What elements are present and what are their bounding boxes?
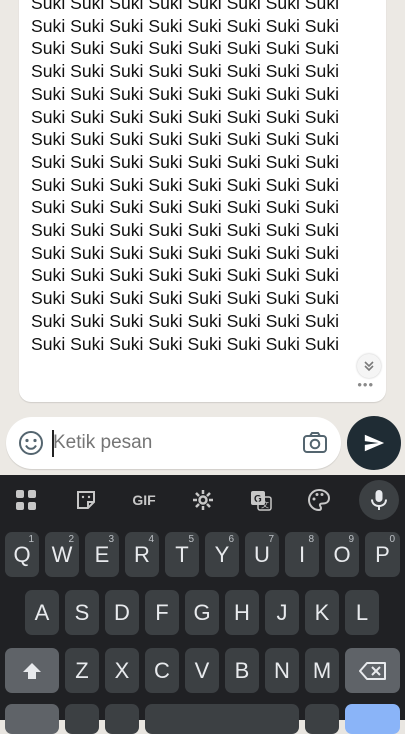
key-c[interactable]: C <box>145 648 179 693</box>
key-i[interactable]: I8 <box>285 532 319 577</box>
key-label: P <box>375 541 390 567</box>
chevron-double-down-icon[interactable] <box>357 354 381 378</box>
key-label: U <box>254 541 270 567</box>
key-hint: 2 <box>68 534 74 545</box>
key-w[interactable]: W2 <box>45 532 79 577</box>
key-r[interactable]: R4 <box>125 532 159 577</box>
message-bubble[interactable]: Suki Suki Suki Suki Suki Suki Suki Suki … <box>19 0 386 402</box>
key-s[interactable]: S <box>65 590 99 635</box>
key-h[interactable]: H <box>225 590 259 635</box>
message-text: Suki Suki Suki Suki Suki Suki Suki Suki … <box>31 0 340 354</box>
key-hint: 9 <box>348 534 354 545</box>
key-label: W <box>51 541 73 567</box>
key-l[interactable]: L <box>345 590 379 635</box>
shift-icon <box>23 662 41 679</box>
gif-button[interactable]: GIF <box>124 484 164 516</box>
message-composer <box>6 417 341 469</box>
send-icon <box>364 434 385 452</box>
key-hint: 7 <box>268 534 274 545</box>
period-key[interactable] <box>305 704 339 734</box>
key-b[interactable]: B <box>225 648 259 693</box>
symbols-key[interactable] <box>5 704 59 734</box>
camera-icon[interactable] <box>302 431 328 455</box>
svg-text:文: 文 <box>261 500 269 510</box>
message-input[interactable] <box>53 430 283 456</box>
mic-button[interactable] <box>359 480 399 520</box>
key-hint: 8 <box>308 534 314 545</box>
key-o[interactable]: O9 <box>325 532 359 577</box>
key-e[interactable]: E3 <box>85 532 119 577</box>
key-a[interactable]: A <box>25 590 59 635</box>
key-x[interactable]: X <box>105 648 139 693</box>
key-j[interactable]: J <box>265 590 299 635</box>
key-hint: 1 <box>28 534 34 545</box>
keyboard: GIF G文 Q1 W2 E3 R4 T5 Y6 U7 I8 O9 P0 A S… <box>0 475 405 720</box>
key-z[interactable]: Z <box>65 648 99 693</box>
comma-key[interactable] <box>65 704 99 734</box>
gear-icon[interactable] <box>183 484 223 516</box>
key-t[interactable]: T5 <box>165 532 199 577</box>
more-indicator: ••• <box>357 377 374 392</box>
emoji-icon[interactable] <box>18 430 44 456</box>
palette-icon[interactable] <box>299 484 339 516</box>
apps-icon[interactable] <box>6 484 46 516</box>
key-v[interactable]: V <box>185 648 219 693</box>
key-label: O <box>333 541 351 567</box>
chat-background: Suki Suki Suki Suki Suki Suki Suki Suki … <box>0 0 405 475</box>
send-button[interactable] <box>347 416 401 470</box>
key-d[interactable]: D <box>105 590 139 635</box>
shift-key[interactable] <box>5 648 59 693</box>
key-label: E <box>94 541 110 567</box>
key-k[interactable]: K <box>305 590 339 635</box>
sticker-icon[interactable] <box>66 484 106 516</box>
key-label: R <box>134 541 150 567</box>
key-label: T <box>175 541 189 567</box>
key-p[interactable]: P0 <box>365 532 400 577</box>
key-n[interactable]: N <box>265 648 299 693</box>
mic-icon <box>371 490 387 510</box>
key-label: Y <box>214 541 230 567</box>
key-hint: 4 <box>148 534 154 545</box>
key-label: I <box>298 541 306 567</box>
backspace-icon <box>358 661 386 680</box>
key-g[interactable]: G <box>185 590 219 635</box>
enter-key[interactable] <box>345 704 400 734</box>
key-y[interactable]: Y6 <box>205 532 239 577</box>
key-hint: 5 <box>188 534 194 545</box>
key-u[interactable]: U7 <box>245 532 279 577</box>
key-f[interactable]: F <box>145 590 179 635</box>
key-m[interactable]: M <box>305 648 339 693</box>
key-hint: 3 <box>108 534 114 545</box>
key-hint: 0 <box>389 534 395 545</box>
keyboard-toolbar: GIF G文 <box>0 475 405 527</box>
key-hint: 6 <box>228 534 234 545</box>
key-label: Q <box>13 541 31 567</box>
backspace-key[interactable] <box>345 648 400 693</box>
key-q[interactable]: Q1 <box>5 532 39 577</box>
space-key[interactable] <box>145 704 299 734</box>
translate-icon[interactable]: G文 <box>241 484 281 516</box>
emoji-key[interactable] <box>105 704 139 734</box>
